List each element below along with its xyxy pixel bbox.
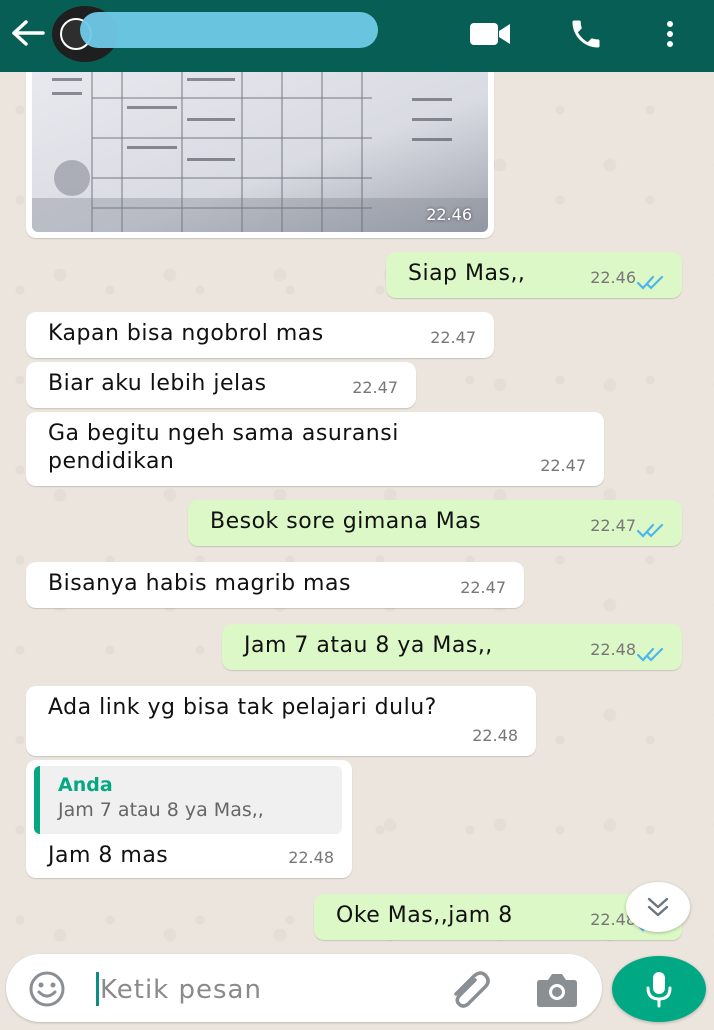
read-ticks-icon: [636, 275, 664, 290]
phone-icon[interactable]: [564, 14, 608, 54]
attach-icon[interactable]: [448, 968, 494, 1010]
image-message[interactable]: 22.46: [26, 52, 494, 238]
message-text: Ga begitu ngeh sama asuransi pendidikan: [48, 421, 399, 474]
message-time: 22.47: [430, 328, 476, 347]
double-chevron-down-icon: [647, 897, 669, 917]
message-bubble-outgoing[interactable]: Siap Mas,, 22.46: [386, 252, 682, 298]
message-time: 22.46: [590, 268, 636, 287]
video-call-icon[interactable]: [468, 14, 512, 54]
mic-button[interactable]: [612, 956, 706, 1022]
message-time: 22.48: [472, 726, 518, 745]
contact-name[interactable]: [86, 14, 376, 50]
text-cursor: [96, 972, 99, 1006]
message-time: 22.46: [426, 205, 472, 224]
read-ticks-icon: [636, 647, 664, 662]
mic-icon: [646, 972, 672, 1008]
message-bubble-incoming[interactable]: Ada link yg bisa tak pelajari dulu? 22.4…: [26, 686, 536, 756]
scroll-to-bottom-button[interactable]: [626, 882, 690, 932]
message-time: 22.48: [288, 848, 334, 867]
message-input[interactable]: [100, 970, 420, 1010]
message-text: Bisanya habis magrib mas: [48, 571, 351, 596]
message-bubble-incoming[interactable]: Ga begitu ngeh sama asuransi pendidikan …: [26, 412, 604, 486]
quoted-message[interactable]: Anda Jam 7 atau 8 ya Mas,,: [34, 766, 342, 834]
message-bubble-incoming-reply[interactable]: Anda Jam 7 atau 8 ya Mas,, Jam 8 mas 22.…: [26, 760, 352, 878]
quoted-text: Jam 7 atau 8 ya Mas,,: [58, 799, 264, 821]
message-text: Ada link yg bisa tak pelajari dulu?: [48, 695, 437, 720]
message-time: 22.47: [460, 578, 506, 597]
message-bubble-incoming[interactable]: Bisanya habis magrib mas 22.47: [26, 562, 524, 608]
message-bubble-outgoing[interactable]: Jam 7 atau 8 ya Mas,, 22.48: [222, 624, 682, 670]
camera-icon[interactable]: [534, 970, 580, 1010]
message-bubble-incoming[interactable]: Biar aku lebih jelas 22.47: [26, 362, 416, 408]
message-time: 22.47: [352, 378, 398, 397]
message-text: Biar aku lebih jelas: [48, 371, 267, 396]
read-ticks-icon: [636, 523, 664, 538]
document-photo[interactable]: 22.46: [32, 58, 488, 232]
more-vert-icon[interactable]: [648, 14, 692, 54]
message-time: 22.48: [590, 640, 636, 659]
message-composer: [6, 954, 602, 1022]
message-text: Kapan bisa ngobrol mas: [48, 321, 324, 346]
back-arrow-icon[interactable]: [10, 18, 46, 48]
message-time: 22.47: [540, 456, 586, 475]
message-bubble-incoming[interactable]: Kapan bisa ngobrol mas 22.47: [26, 312, 494, 358]
message-time: 22.47: [590, 516, 636, 535]
message-bubble-outgoing[interactable]: Besok sore gimana Mas 22.47: [188, 500, 682, 546]
chat-header: [0, 0, 714, 72]
quoted-author: Anda: [58, 774, 113, 796]
emoji-icon[interactable]: [28, 970, 66, 1008]
